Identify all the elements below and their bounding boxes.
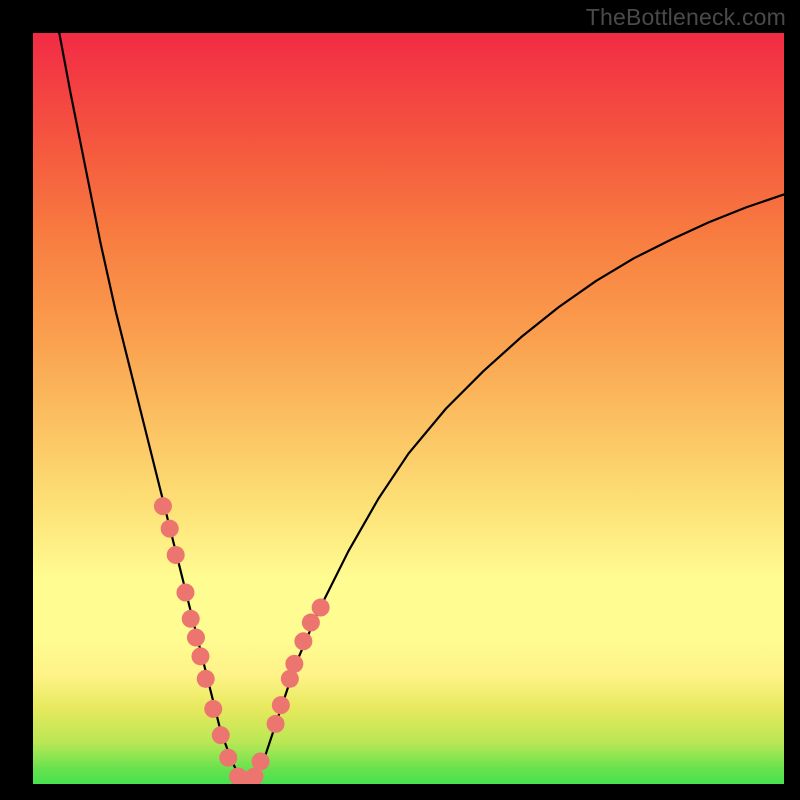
highlight-marker bbox=[252, 752, 270, 770]
highlight-marker bbox=[267, 715, 285, 733]
highlight-marker bbox=[167, 546, 185, 564]
highlight-marker bbox=[176, 584, 194, 602]
highlight-marker bbox=[219, 749, 237, 767]
highlight-marker bbox=[191, 647, 209, 665]
plot-area bbox=[33, 33, 784, 784]
highlight-marker bbox=[182, 610, 200, 628]
chart-svg bbox=[33, 33, 784, 784]
highlight-marker bbox=[294, 632, 312, 650]
highlight-marker bbox=[285, 655, 303, 673]
highlight-marker bbox=[272, 696, 290, 714]
watermark-text: TheBottleneck.com bbox=[586, 4, 786, 31]
highlight-marker bbox=[161, 520, 179, 538]
highlight-marker bbox=[204, 700, 222, 718]
highlight-markers bbox=[154, 497, 330, 784]
bottleneck-curve bbox=[59, 33, 784, 784]
highlight-marker bbox=[212, 726, 230, 744]
highlight-marker bbox=[187, 629, 205, 647]
highlight-marker bbox=[197, 670, 215, 688]
highlight-marker bbox=[312, 599, 330, 617]
highlight-marker bbox=[154, 497, 172, 515]
highlight-marker bbox=[302, 614, 320, 632]
chart-frame: TheBottleneck.com bbox=[0, 0, 800, 800]
